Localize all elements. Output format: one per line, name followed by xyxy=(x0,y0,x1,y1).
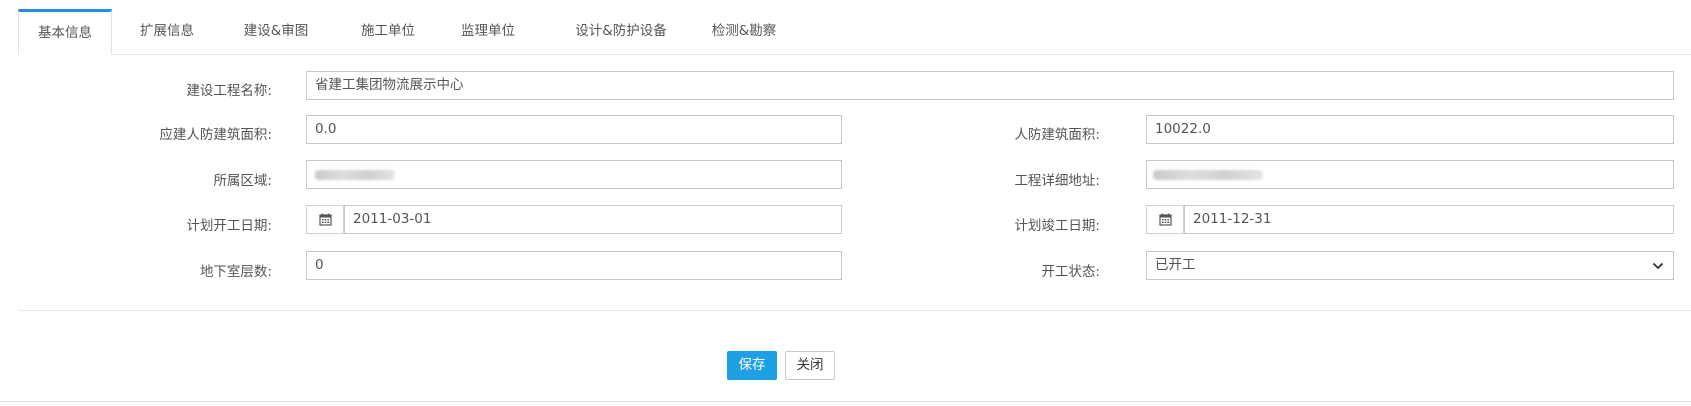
calendar-icon xyxy=(318,213,332,226)
tab-construction-review[interactable]: 建设&审图 xyxy=(223,9,329,54)
tab-extended-info[interactable]: 扩展信息 xyxy=(123,9,211,54)
start-status-label: 开工状态: xyxy=(1041,264,1100,280)
basement-floors-label: 地下室层数: xyxy=(199,264,272,280)
plan-start-addon[interactable] xyxy=(306,205,344,234)
project-name-input[interactable]: 省建工集团物流展示中心 xyxy=(306,71,1674,100)
save-button[interactable]: 保存 xyxy=(727,351,777,380)
region-input[interactable] xyxy=(306,160,842,189)
page-bottom-divider xyxy=(0,401,1691,402)
plan-start-input[interactable]: 2011-03-01 xyxy=(344,205,842,234)
close-button[interactable]: 关闭 xyxy=(785,351,835,380)
tab-construction-unit[interactable]: 施工单位 xyxy=(338,9,438,54)
panel-divider xyxy=(18,310,1691,311)
required-area-label: 应建人防建筑面积: xyxy=(159,127,272,143)
redacted-text xyxy=(315,170,395,180)
start-status-select[interactable]: 已开工 xyxy=(1146,251,1674,280)
chevron-down-icon xyxy=(1652,262,1664,270)
region-label: 所属区域: xyxy=(213,173,272,189)
tab-design-protection[interactable]: 设计&防护设备 xyxy=(558,9,684,54)
redacted-text xyxy=(1153,170,1263,180)
project-name-label: 建设工程名称: xyxy=(186,83,272,99)
plan-finish-label: 计划竣工日期: xyxy=(1014,218,1100,234)
tab-supervision-unit[interactable]: 监理单位 xyxy=(438,9,538,54)
plan-finish-addon[interactable] xyxy=(1146,205,1184,234)
address-input[interactable] xyxy=(1146,160,1674,189)
civil-area-label: 人防建筑面积: xyxy=(1014,127,1100,143)
tab-inspection-survey[interactable]: 检测&勘察 xyxy=(690,9,798,54)
calendar-icon xyxy=(1158,213,1172,226)
civil-area-input[interactable]: 10022.0 xyxy=(1146,115,1674,144)
basement-floors-input[interactable]: 0 xyxy=(306,251,842,280)
plan-start-label: 计划开工日期: xyxy=(186,218,272,234)
tab-bar: 基本信息 扩展信息 建设&审图 施工单位 监理单位 设计&防护设备 检测&勘察 xyxy=(18,9,1691,55)
required-area-input[interactable]: 0.0 xyxy=(306,115,842,144)
address-label: 工程详细地址: xyxy=(1014,173,1100,189)
tab-basic-info[interactable]: 基本信息 xyxy=(18,9,112,55)
plan-finish-input[interactable]: 2011-12-31 xyxy=(1184,205,1674,234)
start-status-value: 已开工 xyxy=(1155,257,1196,273)
